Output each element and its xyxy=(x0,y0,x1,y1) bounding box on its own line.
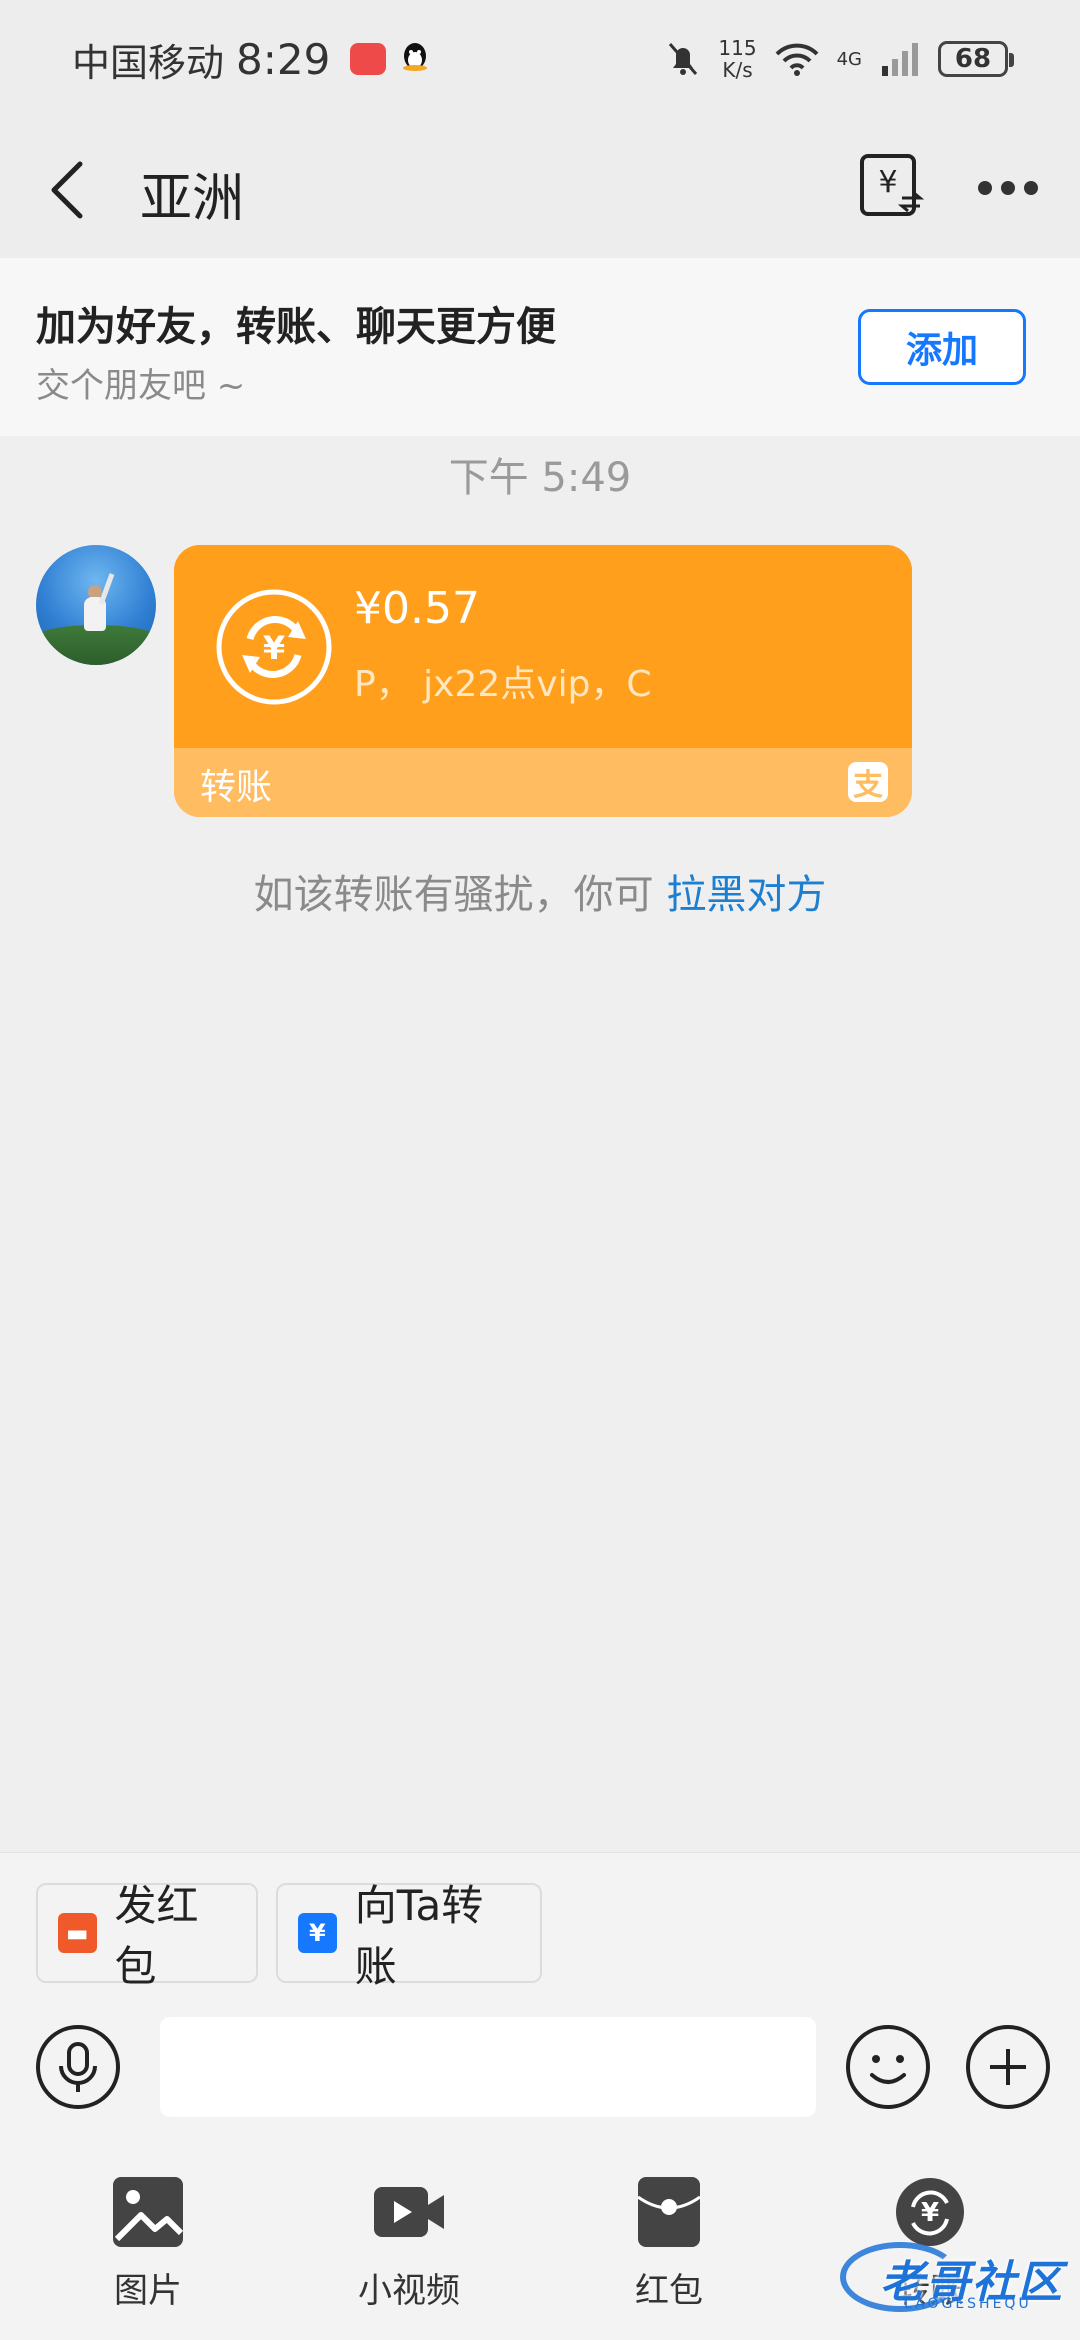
transfer-footer: 转账 支 xyxy=(174,748,912,817)
transfer-message-card[interactable]: ¥ ¥0.57 P， jx22点vip，C 转账 支 xyxy=(174,545,912,817)
image-icon xyxy=(113,2177,184,2247)
network-type: 4G xyxy=(836,48,862,70)
transfer-exchange-icon[interactable]: ¥ xyxy=(858,152,924,218)
avatar-grass xyxy=(36,625,156,665)
huawei-app-icon xyxy=(350,43,387,75)
toolbar-photo[interactable]: 图片 xyxy=(68,2175,228,2312)
transfer-icon: ¥ xyxy=(298,1913,337,1953)
status-time: 8:29 xyxy=(236,34,331,84)
alipay-icon: 支 xyxy=(848,762,888,803)
net-speed-unit: K/s xyxy=(722,58,753,82)
chip-label: 向Ta转账 xyxy=(354,1881,484,1991)
transfer-note: P， jx22点vip，C xyxy=(354,664,652,705)
toolbar-red-packet[interactable]: 红包 xyxy=(589,2175,749,2312)
wifi-icon xyxy=(775,43,819,76)
transfer-refresh-icon: ¥ xyxy=(216,589,332,705)
toolbar-label: 图片 xyxy=(114,2271,182,2311)
toolbar-video[interactable]: 小视频 xyxy=(329,2175,489,2312)
avatar[interactable] xyxy=(36,545,156,665)
transfer-footer-label: 转账 xyxy=(200,767,273,808)
carrier-name: 中国移动 xyxy=(72,40,225,85)
svg-text:¥: ¥ xyxy=(921,2198,939,2228)
svg-text:¥: ¥ xyxy=(263,629,285,667)
plus-icon xyxy=(990,2049,1026,2085)
transfer-amount: ¥0.57 xyxy=(354,583,480,634)
message-timestamp: 下午 5:49 xyxy=(448,455,632,501)
site-watermark: 老哥社区 LAOGESHEQU xyxy=(840,2232,1072,2332)
net-speed: 115 K/s xyxy=(718,37,756,81)
mute-bell-icon xyxy=(669,43,698,75)
red-packet-icon xyxy=(637,2177,701,2247)
dot-icon xyxy=(1024,181,1038,195)
battery-level: 68 xyxy=(954,44,992,74)
red-packet-icon: ▬ xyxy=(58,1913,97,1953)
transfer-main: ¥ ¥0.57 P， jx22点vip，C xyxy=(174,545,912,748)
chip-label: 发红包 xyxy=(114,1881,199,1991)
add-friend-banner: 加为好友，转账、聊天更方便 交个朋友吧 ~ 添加 xyxy=(0,258,1080,436)
more-options-button[interactable] xyxy=(978,178,1038,198)
microphone-icon xyxy=(59,2042,97,2092)
status-bar: 中国移动 8:29 115 K/s 4G 68 xyxy=(0,0,1080,118)
qq-icon xyxy=(403,43,428,71)
message-input[interactable] xyxy=(160,2017,816,2117)
net-speed-value: 115 xyxy=(718,36,757,60)
banner-title: 加为好友，转账、聊天更方便 xyxy=(36,304,556,350)
battery-indicator: 68 xyxy=(938,41,1014,77)
video-icon xyxy=(374,2187,444,2237)
dot-icon xyxy=(1001,181,1015,195)
add-friend-button[interactable]: 添加 xyxy=(858,309,1026,385)
transfer-to-ta-chip[interactable]: ¥ 向Ta转账 xyxy=(276,1881,542,1991)
toolbar-label: 小视频 xyxy=(358,2271,460,2311)
back-arrow-icon[interactable] xyxy=(40,158,100,222)
watermark-subtext: LAOGESHEQU xyxy=(904,2296,1032,2312)
send-red-packet-chip[interactable]: ▬ 发红包 xyxy=(36,1881,258,1991)
status-left: 中国移动 8:29 xyxy=(72,32,432,87)
status-right: 115 K/s 4G 68 xyxy=(666,37,1014,81)
emoji-button[interactable] xyxy=(846,2025,930,2109)
hint-text: 如该转账有骚扰，你可 xyxy=(253,872,667,918)
chat-title: 亚洲 xyxy=(140,169,245,229)
block-user-link[interactable]: 拉黑对方 xyxy=(666,872,826,918)
more-functions-button[interactable] xyxy=(966,2025,1050,2109)
block-hint: 如该转账有骚扰，你可 拉黑对方 xyxy=(0,862,1080,920)
banner-subtitle: 交个朋友吧 ~ xyxy=(36,366,246,406)
chat-header: 亚洲 ¥ xyxy=(0,118,1080,258)
signal-icon xyxy=(882,43,918,76)
toolbar-label: 红包 xyxy=(635,2271,703,2311)
voice-input-button[interactable] xyxy=(36,2025,120,2109)
svg-text:¥: ¥ xyxy=(878,165,897,200)
smiley-icon xyxy=(870,2055,906,2084)
dot-icon xyxy=(978,181,992,195)
